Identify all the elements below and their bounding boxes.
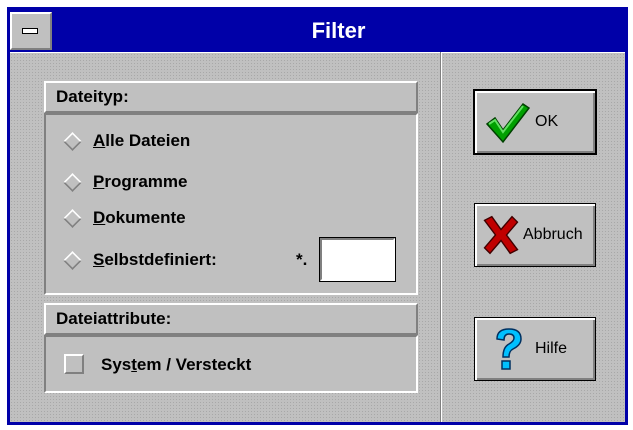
radio-programs-label: rogramme [104, 172, 188, 191]
system-hidden-checkbox[interactable] [64, 354, 84, 374]
cancel-button-label: Abbruch [523, 226, 583, 243]
system-hidden-label-pre: Sys [101, 355, 132, 374]
radio-custom-mnemonic: S [93, 250, 105, 269]
file-type-group-header: Dateityp: [44, 81, 418, 113]
radio-programs-mnemonic: P [93, 172, 105, 191]
attributes-group-label: Dateiattribute: [56, 309, 172, 328]
window-title: Filter [311, 18, 366, 43]
system-hidden-label-post: em / Versteckt [136, 355, 252, 374]
radio-custom[interactable]: Selbstdefiniert: [63, 250, 217, 270]
radio-diamond-icon[interactable] [63, 208, 82, 228]
radio-all-files[interactable]: Alle Dateien [63, 131, 191, 151]
ok-button-label: OK [535, 113, 559, 130]
radio-documents[interactable]: Dokumente [63, 208, 186, 228]
system-menu-icon [22, 28, 38, 34]
radio-all-files-mnemonic: A [93, 131, 106, 150]
radio-documents-mnemonic: D [93, 208, 106, 227]
radio-custom-label: elbstdefiniert: [104, 250, 217, 269]
panel-divider [440, 52, 442, 422]
radio-documents-label: okumente [105, 208, 186, 227]
radio-diamond-icon[interactable] [63, 172, 82, 192]
help-button[interactable]: Hilfe [474, 317, 596, 381]
cancel-button[interactable]: Abbruch [474, 203, 596, 267]
attributes-group-header: Dateiattribute: [44, 303, 418, 335]
file-type-group-label: Dateityp: [56, 87, 129, 106]
custom-extension-input[interactable] [319, 237, 396, 282]
radio-diamond-icon[interactable] [63, 250, 82, 270]
radio-diamond-icon[interactable] [63, 131, 82, 151]
checkmark-icon [485, 102, 531, 144]
custom-extension-prefix: *. [296, 250, 308, 269]
radio-all-files-label: lle Dateien [105, 131, 191, 150]
system-menu-button[interactable] [10, 12, 52, 50]
red-x-icon [483, 215, 519, 255]
question-mark-icon [496, 328, 522, 370]
help-button-label: Hilfe [535, 340, 568, 357]
system-hidden-label[interactable]: System / Versteckt [101, 355, 251, 375]
radio-programs[interactable]: Programme [63, 172, 188, 192]
ok-button[interactable]: OK [474, 90, 596, 154]
